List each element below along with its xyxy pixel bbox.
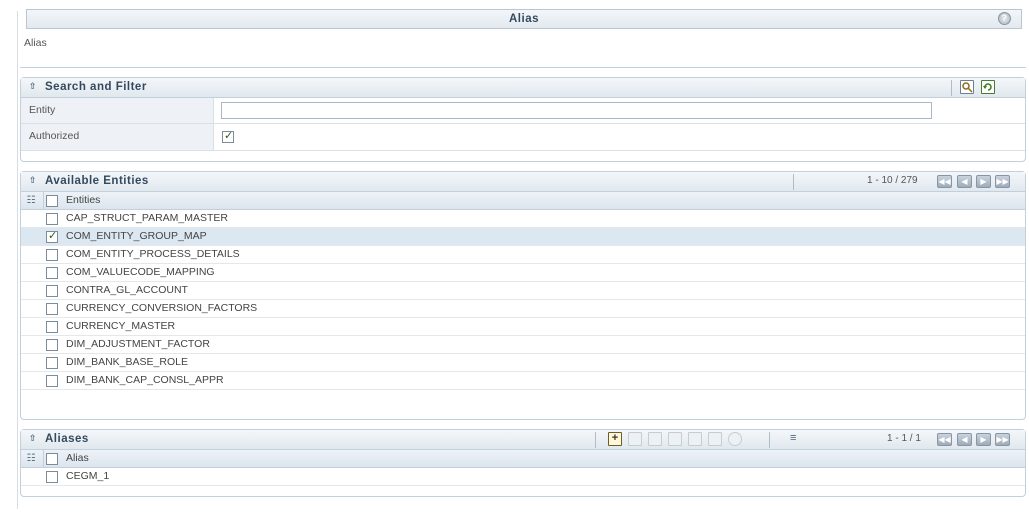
aliases-grid-header: ☷ Alias (21, 450, 1025, 468)
authorized-filter-row: Authorized (21, 124, 1025, 151)
table-row[interactable]: CURRENCY_MASTER (21, 318, 1025, 336)
entity-label: Entity (21, 98, 214, 123)
page-subtitle: Alias (24, 37, 47, 49)
row-checkbox[interactable] (46, 357, 58, 369)
row-label: CURRENCY_CONVERSION_FACTORS (66, 302, 258, 314)
next-page-icon[interactable]: ▶ (976, 175, 991, 188)
table-row[interactable]: CEGM_1 (21, 468, 1025, 486)
row-label: COM_VALUECODE_MAPPING (66, 266, 215, 278)
available-entities-title: Available Entities (45, 175, 149, 187)
next-page-icon[interactable]: ▶ (976, 433, 991, 446)
page-titlebar: Alias ? (26, 9, 1022, 29)
row-checkbox[interactable] (46, 229, 58, 243)
row-label: CAP_STRUCT_PARAM_MASTER (66, 212, 229, 224)
row-label: DIM_ADJUSTMENT_FACTOR (66, 338, 210, 350)
add-icon[interactable]: + (608, 432, 622, 446)
header-divider (20, 67, 1026, 68)
previous-page-icon[interactable]: ◀ (957, 433, 972, 446)
search-filter-panel: ⇧ Search and Filter Entity Authorized (20, 77, 1026, 162)
edit-icon[interactable] (648, 432, 662, 446)
table-row[interactable]: CURRENCY_CONVERSION_FACTORS (21, 300, 1025, 318)
row-checkbox[interactable] (46, 249, 58, 261)
page-title: Alias (509, 13, 539, 25)
row-checkbox[interactable] (46, 285, 58, 297)
header-box: Alias ? Alias (22, 6, 1026, 66)
copy-icon[interactable] (668, 432, 682, 446)
select-all-checkbox[interactable] (46, 195, 58, 207)
reset-icon[interactable] (981, 80, 995, 94)
search-icon[interactable] (960, 80, 974, 94)
row-label: COM_ENTITY_GROUP_MAP (66, 230, 207, 242)
settings-icon[interactable] (728, 432, 742, 446)
table-row[interactable]: DIM_BANK_BASE_ROLE (21, 354, 1025, 372)
tree-view-icon[interactable]: ☷ (24, 452, 38, 465)
row-checkbox[interactable] (46, 339, 58, 351)
row-checkbox[interactable] (46, 267, 58, 279)
header-separator (793, 174, 794, 190)
previous-page-icon[interactable]: ◀ (957, 175, 972, 188)
table-row[interactable]: CONTRA_GL_ACCOUNT (21, 282, 1025, 300)
entities-grid-header: ☷ Entities (21, 192, 1025, 210)
collapse-icon[interactable]: ⇧ (29, 81, 37, 92)
authorize-icon[interactable] (708, 432, 722, 446)
row-checkbox[interactable] (46, 321, 58, 333)
row-label: DIM_BANK_BASE_ROLE (66, 356, 188, 368)
select-all-checkbox[interactable] (46, 453, 58, 465)
row-label: CEGM_1 (66, 470, 110, 482)
collapse-icon[interactable]: ⇧ (29, 175, 37, 186)
table-row[interactable]: COM_VALUECODE_MAPPING (21, 264, 1025, 282)
tree-view-icon[interactable]: ☷ (24, 194, 38, 207)
search-filter-header: ⇧ Search and Filter (21, 78, 1025, 98)
table-row[interactable]: CAP_STRUCT_PARAM_MASTER (21, 210, 1025, 228)
aliases-header: ⇧ Aliases + ≡ 1 - 1 / 1 ◀◀ ◀ ▶ ▶▶ (21, 430, 1025, 450)
toolbar-separator (951, 80, 952, 96)
last-page-icon[interactable]: ▶▶ (995, 433, 1010, 446)
help-icon[interactable]: ? (998, 12, 1011, 25)
column-divider (43, 450, 44, 467)
last-page-icon[interactable]: ▶▶ (995, 175, 1010, 188)
row-checkbox[interactable] (46, 303, 58, 315)
authorized-label: Authorized (21, 124, 214, 150)
toolbar-separator (769, 432, 770, 448)
aliases-panel: ⇧ Aliases + ≡ 1 - 1 / 1 ◀◀ ◀ ▶ ▶▶ ☷ Alia… (20, 429, 1026, 497)
alias-column-header: Alias (66, 452, 89, 464)
table-row[interactable]: DIM_ADJUSTMENT_FACTOR (21, 336, 1025, 354)
row-label: COM_ENTITY_PROCESS_DETAILS (66, 248, 240, 260)
row-label: DIM_BANK_CAP_CONSL_APPR (66, 374, 224, 386)
first-page-icon[interactable]: ◀◀ (937, 433, 952, 446)
table-row[interactable]: COM_ENTITY_PROCESS_DETAILS (21, 246, 1025, 264)
row-checkbox[interactable] (46, 471, 58, 483)
collapse-icon[interactable]: ⇧ (29, 433, 37, 444)
pagination-label: 1 - 1 / 1 (887, 433, 921, 444)
row-label: CURRENCY_MASTER (66, 320, 176, 332)
view-icon[interactable] (628, 432, 642, 446)
available-entities-header: ⇧ Available Entities 1 - 10 / 279 ◀◀ ◀ ▶… (21, 172, 1025, 192)
entity-filter-row: Entity (21, 98, 1025, 124)
available-entities-panel: ⇧ Available Entities 1 - 10 / 279 ◀◀ ◀ ▶… (20, 171, 1026, 420)
row-checkbox[interactable] (46, 213, 58, 225)
entities-column-header: Entities (66, 194, 101, 206)
delete-icon[interactable] (688, 432, 702, 446)
toolbar-separator (595, 432, 596, 448)
search-filter-title: Search and Filter (45, 81, 147, 93)
aliases-title: Aliases (45, 433, 89, 445)
row-label: CONTRA_GL_ACCOUNT (66, 284, 188, 296)
entity-input[interactable] (221, 102, 932, 119)
filter-icon[interactable]: ≡ (790, 432, 796, 444)
first-page-icon[interactable]: ◀◀ (937, 175, 952, 188)
authorized-checkbox[interactable] (222, 129, 234, 143)
pagination-label: 1 - 10 / 279 (867, 175, 918, 186)
column-divider (43, 192, 44, 209)
table-row[interactable]: DIM_BANK_CAP_CONSL_APPR (21, 372, 1025, 390)
row-checkbox[interactable] (46, 375, 58, 387)
table-row[interactable]: COM_ENTITY_GROUP_MAP (21, 228, 1025, 246)
